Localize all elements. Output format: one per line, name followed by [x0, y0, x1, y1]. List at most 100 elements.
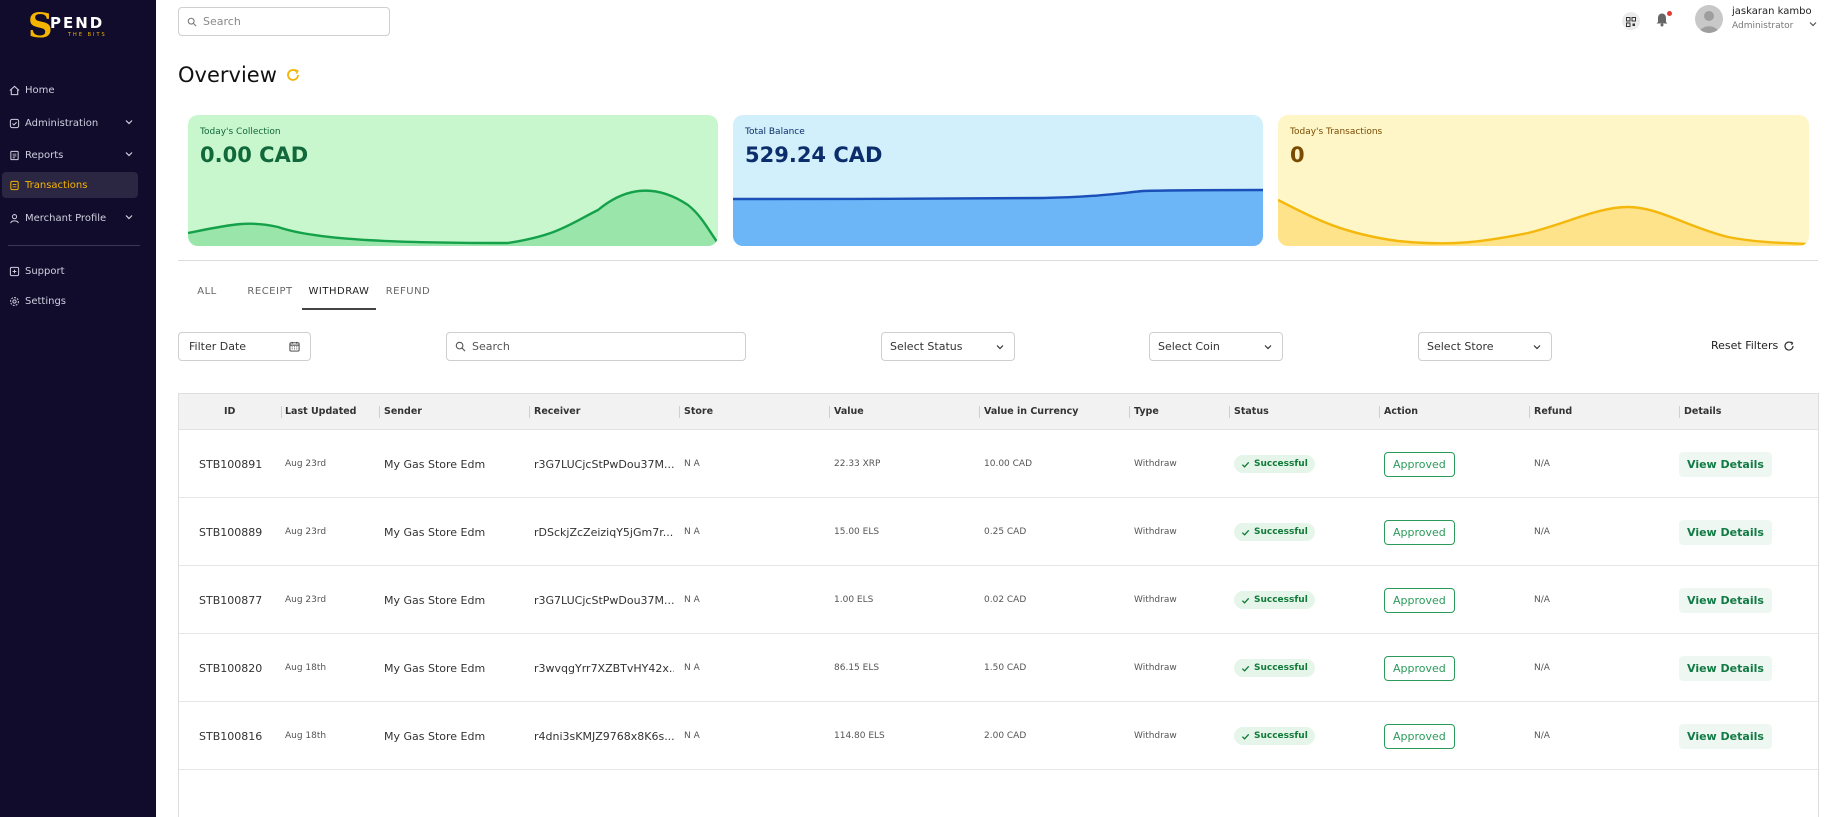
global-search-input[interactable]: Search [178, 7, 390, 36]
column-separator [679, 406, 680, 418]
cell-type: Withdraw [1134, 595, 1177, 605]
avatar[interactable] [1695, 5, 1723, 33]
cell-value: 114.80 ELS [834, 731, 885, 741]
notifications-button[interactable] [1655, 11, 1673, 29]
sidebar-item-transactions[interactable]: Transactions [2, 172, 138, 198]
cell-id: STB100816 [199, 729, 263, 743]
select-store-dropdown[interactable]: Select Store [1418, 332, 1552, 361]
column-header-action: Action [1384, 406, 1419, 417]
select-coin-placeholder: Select Coin [1158, 340, 1220, 353]
cell-status: Successful [1234, 634, 1315, 702]
select-status-placeholder: Select Status [890, 340, 963, 353]
tab-withdraw[interactable]: WITHDRAW [302, 286, 376, 310]
view-details-button[interactable]: View Details [1679, 519, 1772, 545]
cell-store: N A [684, 459, 700, 469]
column-separator [1529, 406, 1530, 418]
cell-refund: N/A [1534, 663, 1550, 673]
cell-last-updated: Aug 23rd [285, 527, 327, 537]
select-status-dropdown[interactable]: Select Status [881, 332, 1015, 361]
column-separator [1229, 406, 1230, 418]
view-details-button[interactable]: View Details [1679, 723, 1772, 749]
check-icon [1241, 732, 1250, 741]
page-title-text: Overview [178, 63, 277, 87]
sidebar-item-reports[interactable]: Reports [0, 142, 156, 168]
sidebar-item-label: Home [25, 84, 55, 96]
check-icon [1241, 664, 1250, 673]
cell-type: Withdraw [1134, 731, 1177, 741]
notification-dot [1667, 11, 1672, 16]
sidebar-item-settings[interactable]: Settings [0, 288, 156, 314]
cell-status: Successful [1234, 498, 1315, 566]
cell-receiver: r3wvqgYrr7XZBTvHY42x... [534, 661, 674, 675]
todays-transactions-card: Today's Transactions 0 [1278, 115, 1809, 246]
table-row: STB100889 Aug 23rd My Gas Store Edm rDSc… [179, 498, 1818, 566]
column-header-last-updated: Last Updated [285, 406, 357, 417]
table-row: STB100877 Aug 23rd My Gas Store Edm r3G7… [179, 566, 1818, 634]
qr-code-button[interactable] [1622, 12, 1640, 30]
transactions-table: ID Last Updated Sender Receiver Store Va… [178, 393, 1819, 817]
cell-status: Successful [1234, 702, 1315, 770]
cell-store: N A [684, 663, 700, 673]
cell-receiver: r4dni3sKMJZ9768x8K6s... [534, 729, 674, 743]
tab-receipt[interactable]: RECEIPT [244, 286, 296, 310]
logo-letter: S [28, 6, 53, 46]
column-header-value-in-currency: Value in Currency [984, 406, 1079, 417]
approved-button[interactable]: Approved [1384, 451, 1455, 477]
status-text: Successful [1254, 731, 1308, 741]
table-row: STB100891 Aug 23rd My Gas Store Edm r3G7… [179, 430, 1818, 498]
column-separator [1679, 406, 1680, 418]
support-icon [8, 265, 20, 277]
reset-filters-button[interactable]: Reset Filters [1711, 339, 1795, 352]
total-balance-card: Total Balance 529.24 CAD [733, 115, 1263, 246]
status-badge: Successful [1234, 727, 1315, 745]
select-coin-dropdown[interactable]: Select Coin [1149, 332, 1283, 361]
cell-id: STB100891 [199, 457, 263, 471]
view-details-button[interactable]: View Details [1679, 451, 1772, 477]
table-search-placeholder: Search [472, 340, 510, 353]
sidebar-item-merchant-profile[interactable]: Merchant Profile [0, 205, 156, 231]
home-icon [8, 84, 20, 96]
cell-value-in-currency: 0.02 CAD [984, 595, 1027, 605]
column-separator [529, 406, 530, 418]
cell-value-in-currency: 0.25 CAD [984, 527, 1027, 537]
view-details-button[interactable]: View Details [1679, 587, 1772, 613]
column-header-sender: Sender [384, 406, 422, 417]
user-role: Administrator [1732, 21, 1794, 31]
approved-button[interactable]: Approved [1384, 655, 1455, 681]
cell-value-in-currency: 1.50 CAD [984, 663, 1027, 673]
sidebar-divider [8, 245, 140, 246]
view-details-button[interactable]: View Details [1679, 655, 1772, 681]
approved-button[interactable]: Approved [1384, 723, 1455, 749]
reset-filters-label: Reset Filters [1711, 339, 1779, 352]
sidebar-item-support[interactable]: Support [0, 258, 156, 284]
sidebar-item-label: Transactions [25, 179, 88, 191]
tab-all[interactable]: ALL [194, 286, 220, 310]
sidebar-item-administration[interactable]: Administration [0, 110, 156, 136]
cell-last-updated: Aug 18th [285, 731, 327, 741]
cell-refund: N/A [1534, 459, 1550, 469]
user-name: jaskaran kambo [1732, 6, 1812, 17]
column-separator [1379, 406, 1380, 418]
balance-sparkline [733, 188, 1263, 246]
collection-sparkline [188, 189, 718, 246]
approved-button[interactable]: Approved [1384, 519, 1455, 545]
calendar-icon [289, 341, 300, 355]
transactions-sparkline [1278, 198, 1809, 246]
cell-type: Withdraw [1134, 663, 1177, 673]
sidebar-item-home[interactable]: Home [0, 77, 156, 103]
refresh-icon[interactable] [285, 67, 301, 83]
status-badge: Successful [1234, 591, 1315, 609]
cell-action: Approved [1384, 702, 1455, 770]
approved-button[interactable]: Approved [1384, 587, 1455, 613]
table-search-input[interactable]: Search [446, 332, 746, 361]
status-text: Successful [1254, 663, 1308, 673]
filter-date-input[interactable]: Filter Date [178, 332, 311, 361]
spend-the-bits-logo[interactable]: S PEND THE BITS [28, 8, 128, 44]
cell-details: View Details [1679, 634, 1772, 702]
cell-sender: My Gas Store Edm [384, 525, 486, 539]
cell-type: Withdraw [1134, 527, 1177, 537]
tab-refund[interactable]: REFUND [384, 286, 432, 310]
user-icon [8, 212, 20, 224]
user-menu-chevron-icon[interactable] [1808, 14, 1818, 33]
table-row: STB100816 Aug 18th My Gas Store Edm r4dn… [179, 702, 1818, 770]
